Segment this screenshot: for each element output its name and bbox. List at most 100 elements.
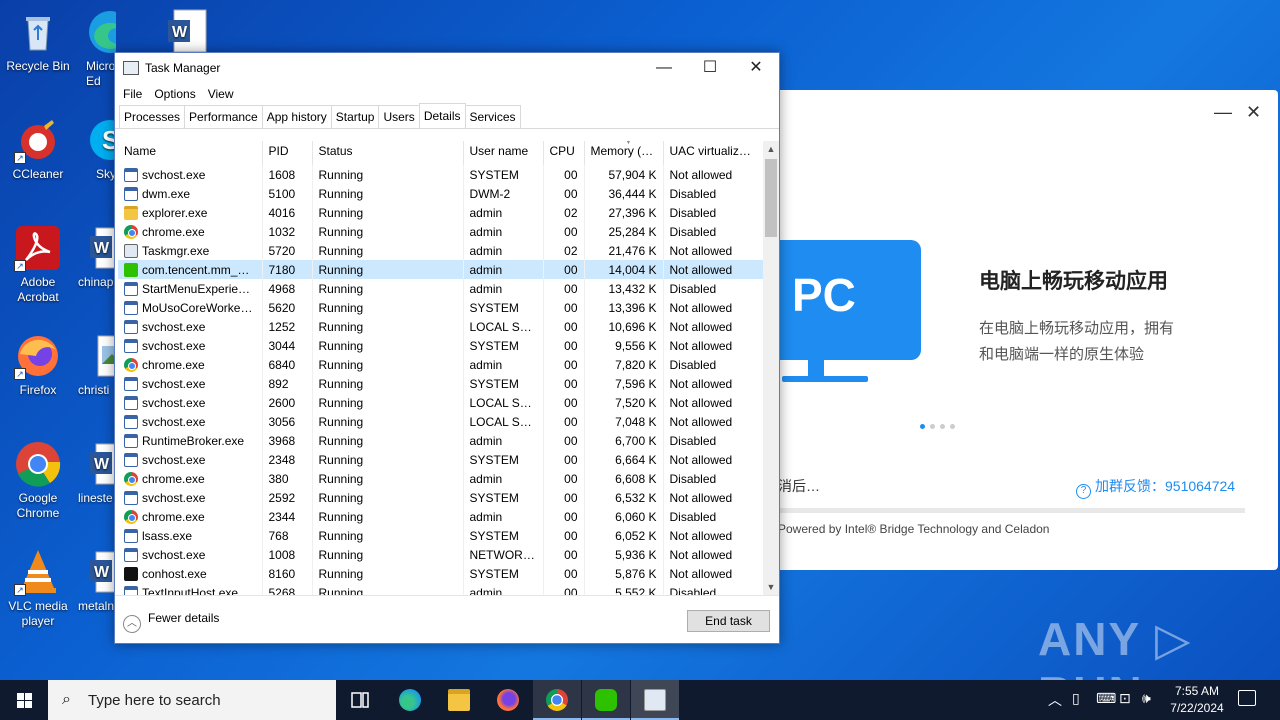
onscreen-keyboard-icon[interactable]: ⌨ — [1096, 690, 1116, 707]
tab-app-history[interactable]: App history — [261, 105, 332, 128]
desktop-icon-firefox[interactable]: ↗ Firefox — [0, 332, 76, 398]
table-row[interactable]: Taskmgr.exe 5720 Running admin 02 21,476 K Not… — [118, 241, 763, 260]
desktop-icon-word-doc-1[interactable]: W chinap — [76, 224, 116, 290]
column-header-cpu[interactable]: CPU — [543, 141, 585, 165]
desktop-icon-google-chrome[interactable]: Google Chrome — [0, 440, 76, 521]
desktop-icon-skype[interactable]: S Sky — [76, 116, 116, 182]
table-row[interactable]: svchost.exe 892 Running SYSTEM 00 7,596 K Not … — [118, 374, 763, 393]
table-row[interactable]: explorer.exe 4016 Running admin 02 27,396 K Di… — [118, 203, 763, 222]
end-task-button[interactable]: End task — [687, 610, 770, 632]
process-user-cell: SYSTEM — [463, 298, 544, 317]
table-row[interactable]: chrome.exe 2344 Running admin 00 6,060 K Disab… — [118, 507, 763, 526]
process-name-cell: svchost.exe — [118, 374, 263, 393]
tab-startup[interactable]: Startup — [330, 105, 380, 128]
taskbar-search-box[interactable]: ⌕ Type here to search — [48, 680, 336, 720]
details-table: Name PID Status User name CPU ▼ Memory (a… — [118, 141, 763, 595]
table-row[interactable]: svchost.exe 2348 Running SYSTEM 00 6,664 K Not… — [118, 450, 763, 469]
carousel-dot-active[interactable] — [920, 424, 925, 429]
tab-services[interactable]: Services — [464, 105, 521, 128]
image-file-icon — [94, 332, 116, 380]
table-row[interactable]: lsass.exe 768 Running SYSTEM 00 6,052 K Not al… — [118, 526, 763, 545]
table-row[interactable]: chrome.exe 6840 Running admin 00 7,820 K Disab… — [118, 355, 763, 374]
table-row[interactable]: svchost.exe 1008 Running NETWORK... 00 5,936 … — [118, 545, 763, 564]
taskbar-chrome[interactable] — [533, 680, 581, 720]
process-name-cell: svchost.exe — [118, 545, 263, 564]
column-header-status[interactable]: Status — [312, 141, 464, 165]
table-row[interactable]: svchost.exe 1608 Running SYSTEM 00 57,904 K No… — [118, 165, 763, 184]
volume-icon[interactable]: 🕪 — [1142, 690, 1151, 707]
process-pid: 5100 — [268, 186, 296, 201]
scroll-up-arrow-icon[interactable]: ▲ — [763, 141, 779, 157]
taskbar-edge[interactable] — [386, 680, 434, 720]
menu-view[interactable]: View — [204, 83, 238, 105]
scroll-down-arrow-icon[interactable]: ▼ — [763, 579, 779, 595]
table-row[interactable]: svchost.exe 1252 Running LOCAL SE... 00 10,69… — [118, 317, 763, 336]
table-row[interactable]: svchost.exe 3056 Running LOCAL SE... 00 7,048… — [118, 412, 763, 431]
show-hidden-icons-chevron-icon[interactable]: ︿ — [1048, 690, 1062, 710]
carousel-dot[interactable] — [950, 424, 955, 429]
menu-options[interactable]: Options — [150, 83, 199, 105]
carousel-dot[interactable] — [940, 424, 945, 429]
desktop-icon-word-doc-3[interactable]: W metaln — [76, 548, 116, 614]
notification-center-icon[interactable] — [1238, 690, 1256, 706]
network-icon[interactable]: ⊡ — [1119, 690, 1131, 707]
table-row[interactable]: chrome.exe 1032 Running admin 00 25,284 K Disa… — [118, 222, 763, 241]
start-button[interactable] — [0, 680, 48, 720]
system-clock[interactable]: 7:55 AM 7/22/2024 — [1162, 683, 1232, 717]
table-row[interactable]: StartMenuExperienc... 4968 Running admin 00 1… — [118, 279, 763, 298]
carousel-dot[interactable] — [930, 424, 935, 429]
tab-users[interactable]: Users — [378, 105, 420, 128]
scrollbar-thumb[interactable] — [765, 159, 777, 237]
window-title: Task Manager — [145, 61, 221, 75]
column-header-name[interactable]: Name — [118, 141, 263, 165]
process-pid: 5720 — [268, 243, 296, 258]
column-header-memory[interactable]: ▼ Memory (a... — [584, 141, 664, 165]
table-row[interactable]: TextInputHost.exe 5268 Running admin 00 5,552… — [118, 583, 763, 595]
process-status: Running — [318, 357, 364, 372]
maximize-button[interactable]: ☐ — [687, 53, 733, 83]
process-name: lsass.exe — [142, 528, 193, 543]
desktop-icon-ccleaner[interactable]: ↗ CCleaner — [0, 116, 76, 182]
taskbar-task-manager[interactable] — [631, 680, 679, 720]
minimize-button[interactable]: — — [641, 53, 687, 83]
table-row[interactable]: dwm.exe 5100 Running DWM-2 00 36,444 K Disable… — [118, 184, 763, 203]
desktop-icon-word-doc-2[interactable]: W lineste — [76, 440, 116, 506]
table-row[interactable]: chrome.exe 380 Running admin 00 6,608 K Disabl… — [118, 469, 763, 488]
tab-details[interactable]: Details — [418, 103, 466, 128]
desktop-icon-edge[interactable]: Micro Ed — [76, 8, 116, 89]
title-bar[interactable]: Task Manager — ☐ ✕ — [115, 53, 779, 83]
table-row[interactable]: svchost.exe 3044 Running SYSTEM 00 9,556 K Not… — [118, 336, 763, 355]
taskbar-firefox[interactable] — [484, 680, 532, 720]
task-view-button[interactable] — [336, 680, 384, 720]
column-header-pid[interactable]: PID — [262, 141, 313, 165]
minimize-button[interactable]: — — [1214, 102, 1232, 123]
carousel-dots[interactable] — [920, 424, 955, 429]
vertical-scrollbar[interactable]: ▲ ▼ — [763, 141, 779, 595]
close-button[interactable]: ✕ — [733, 53, 779, 83]
table-row[interactable]: MoUsoCoreWorker.e... 5620 Running SYSTEM 00 1… — [118, 298, 763, 317]
tab-processes[interactable]: Processes — [119, 105, 186, 128]
table-row[interactable]: svchost.exe 2592 Running SYSTEM 00 6,532 K Not… — [118, 488, 763, 507]
desktop-icon-image-file[interactable]: christi — [76, 332, 116, 398]
column-header-uac[interactable]: UAC virtualizat... — [663, 141, 763, 165]
taskbar-file-explorer[interactable] — [435, 680, 483, 720]
feedback-link[interactable]: ? 加群反馈：951064724 — [1076, 476, 1235, 499]
desktop-icon-recycle-bin[interactable]: Recycle Bin — [0, 8, 76, 74]
process-user-cell: SYSTEM — [463, 374, 544, 393]
table-row[interactable]: RuntimeBroker.exe 3968 Running admin 00 6,700… — [118, 431, 763, 450]
fewer-details-button[interactable]: ︿ Fewer details — [123, 611, 219, 633]
menu-file[interactable]: File — [119, 83, 146, 105]
desktop-icon-vlc[interactable]: ↗ VLC media player — [0, 548, 76, 629]
taskbar-wechat[interactable] — [582, 680, 630, 720]
close-button[interactable]: ✕ — [1246, 102, 1261, 123]
powered-by-text: Powered by Intel® Bridge Technology and … — [778, 522, 1050, 536]
column-header-user[interactable]: User name — [463, 141, 544, 165]
table-row[interactable]: svchost.exe 2600 Running LOCAL SE... 00 7,520… — [118, 393, 763, 412]
process-pid: 8160 — [268, 566, 296, 581]
tab-performance[interactable]: Performance — [184, 105, 263, 128]
process-user: admin — [469, 205, 503, 220]
table-row[interactable]: conhost.exe 8160 Running SYSTEM 00 5,876 K Not… — [118, 564, 763, 583]
tablet-icon[interactable]: ▯ — [1072, 690, 1080, 707]
desktop-icon-adobe-acrobat[interactable]: ↗ Adobe Acrobat — [0, 224, 76, 305]
table-row[interactable]: com.tencent.mm_27... 7180 Running admin 00 14… — [118, 260, 763, 279]
